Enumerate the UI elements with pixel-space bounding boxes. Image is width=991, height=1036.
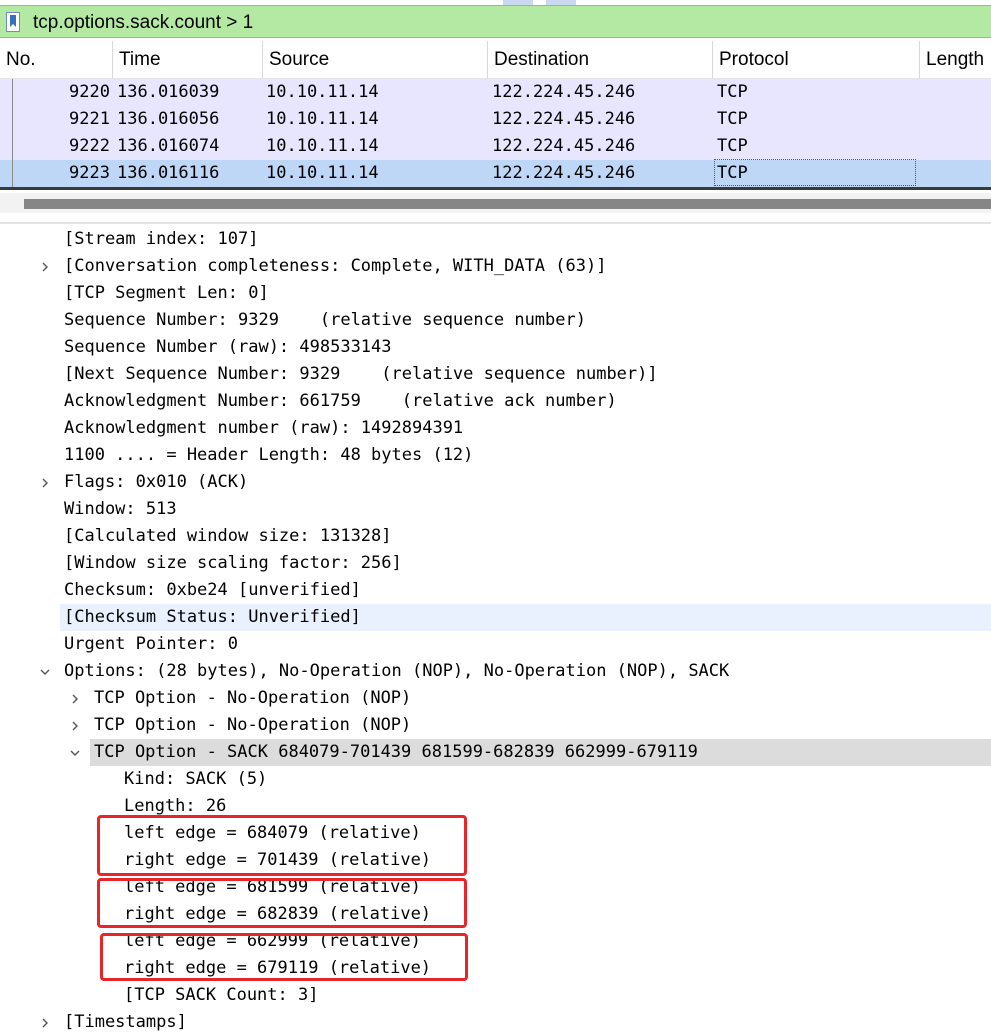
focused-cell-outline <box>714 159 916 186</box>
chevron-right-icon[interactable] <box>38 260 52 274</box>
packet-destination: 122.224.45.246 <box>492 163 636 183</box>
column-header-destination[interactable]: Destination <box>487 41 712 79</box>
detail-field[interactable]: [Window size scaling factor: 256] <box>64 550 402 577</box>
packet-no: 9221 <box>69 109 110 129</box>
packet-source: 10.10.11.14 <box>266 136 379 156</box>
chevron-down-icon[interactable] <box>68 746 82 760</box>
detail-field[interactable]: Options: (28 bytes), No-Operation (NOP),… <box>64 658 729 685</box>
annotation-box <box>97 815 467 876</box>
packet-no: 9222 <box>69 136 110 156</box>
column-header-no[interactable]: No. <box>0 41 112 79</box>
packet-source: 10.10.11.14 <box>266 109 379 129</box>
packet-row[interactable]: 9220 136.016039 10.10.11.14 122.224.45.2… <box>0 79 991 106</box>
packet-list-border <box>0 187 991 190</box>
detail-field[interactable]: Kind: SACK (5) <box>124 766 267 793</box>
detail-field[interactable]: [TCP SACK Count: 3] <box>124 982 318 1009</box>
detail-field[interactable]: Checksum: 0xbe24 [unverified] <box>64 577 361 604</box>
chevron-right-icon[interactable] <box>68 692 82 706</box>
column-header-time[interactable]: Time <box>112 41 262 79</box>
column-header-protocol[interactable]: Protocol <box>712 41 919 79</box>
detail-field[interactable]: [TCP Segment Len: 0] <box>64 280 269 307</box>
detail-field[interactable]: [Calculated window size: 131328] <box>64 523 392 550</box>
scrollbar-thumb[interactable] <box>24 199 991 209</box>
packet-source: 10.10.11.14 <box>266 163 379 183</box>
packet-source: 10.10.11.14 <box>266 82 379 102</box>
detail-field[interactable]: TCP Option - No-Operation (NOP) <box>94 712 411 739</box>
related-packet-indicator <box>12 79 13 187</box>
display-filter-bar[interactable]: tcp.options.sack.count > 1 <box>0 5 991 38</box>
packet-time: 136.016039 <box>117 82 220 102</box>
detail-field[interactable]: [Next Sequence Number: 9329 (relative se… <box>64 361 658 388</box>
annotation-box <box>97 878 467 928</box>
chevron-right-icon[interactable] <box>38 476 52 490</box>
detail-field[interactable]: Acknowledgment Number: 661759 (relative … <box>64 388 617 415</box>
detail-field[interactable]: [Checksum Status: Unverified] <box>64 604 361 631</box>
packet-protocol: TCP <box>717 82 748 102</box>
packet-protocol: TCP <box>717 109 748 129</box>
detail-field[interactable]: TCP Option - SACK 684079-701439 681599-6… <box>94 739 698 766</box>
display-filter-input[interactable]: tcp.options.sack.count > 1 <box>33 12 253 34</box>
detail-field[interactable]: TCP Option - No-Operation (NOP) <box>94 685 411 712</box>
chevron-right-icon[interactable] <box>68 719 82 733</box>
detail-field[interactable]: Acknowledgment number (raw): 1492894391 <box>64 415 463 442</box>
packet-no: 9223 <box>69 163 110 183</box>
packet-time: 136.016116 <box>117 163 220 183</box>
packet-row[interactable]: 9221 136.016056 10.10.11.14 122.224.45.2… <box>0 106 991 133</box>
annotation-box <box>100 933 468 981</box>
packet-time: 136.016056 <box>117 109 220 129</box>
column-header-length[interactable]: Length <box>919 41 991 79</box>
detail-field[interactable]: Window: 513 <box>64 496 177 523</box>
detail-field[interactable]: [Timestamps] <box>64 1009 187 1036</box>
detail-field[interactable]: Urgent Pointer: 0 <box>64 631 238 658</box>
bookmark-icon[interactable] <box>6 12 20 32</box>
packet-destination: 122.224.45.246 <box>492 82 636 102</box>
packet-destination: 122.224.45.246 <box>492 109 636 129</box>
column-header-source[interactable]: Source <box>262 41 487 79</box>
packet-no: 9220 <box>69 82 110 102</box>
chevron-down-icon[interactable] <box>38 665 52 679</box>
detail-field[interactable]: [Conversation completeness: Complete, WI… <box>64 253 606 280</box>
pane-splitter[interactable] <box>0 222 991 224</box>
detail-field[interactable]: Flags: 0x010 (ACK) <box>64 469 248 496</box>
packet-destination: 122.224.45.246 <box>492 136 636 156</box>
detail-field[interactable]: Sequence Number: 9329 (relative sequence… <box>64 307 586 334</box>
packet-row[interactable]: 9222 136.016074 10.10.11.14 122.224.45.2… <box>0 133 991 160</box>
detail-field[interactable]: Sequence Number (raw): 498533143 <box>64 334 392 361</box>
packet-protocol: TCP <box>717 136 748 156</box>
packet-time: 136.016074 <box>117 136 220 156</box>
packet-list-header: No. Time Source Destination Protocol Len… <box>0 41 991 79</box>
detail-field[interactable]: [Stream index: 107] <box>64 226 258 253</box>
detail-field[interactable]: 1100 .... = Header Length: 48 bytes (12) <box>64 442 473 469</box>
